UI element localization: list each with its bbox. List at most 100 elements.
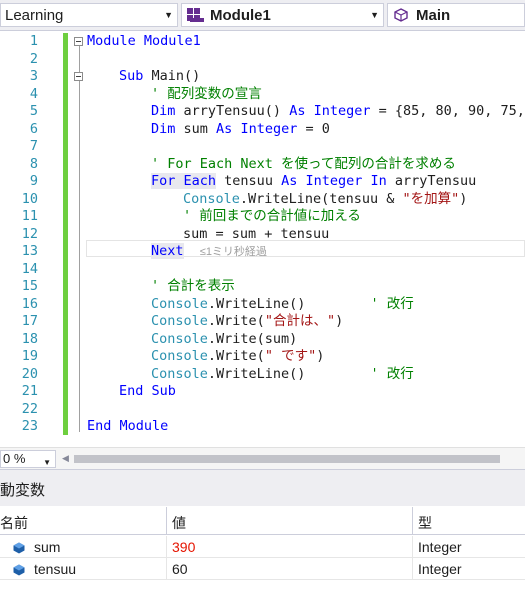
zoom-level: 0 % <box>3 451 26 466</box>
type-keyword: Integer <box>305 173 363 189</box>
method-call: .Write( <box>207 348 265 364</box>
code-line-17: Console.Write("合計は、") <box>151 312 343 330</box>
zoom-dropdown[interactable]: 0 % ▼ <box>0 450 56 468</box>
line-number: 15 <box>21 278 38 294</box>
code-line-16: Console.WriteLine() ' 改行 <box>151 295 414 313</box>
line-number: 8 <box>29 156 38 172</box>
code-line-4: ' 配列変数の宣言 <box>151 85 262 103</box>
row-divider <box>166 536 167 558</box>
variable-type: Integer <box>418 539 462 555</box>
comment: ' For Each Next を使って配列の合計を求める <box>151 156 456 172</box>
code-line-10: Console.WriteLine(tensuu & "を加算") <box>183 190 467 208</box>
keyword: Module <box>87 33 136 49</box>
locals-row[interactable]: sum 390 Integer <box>0 536 525 558</box>
line-number: 21 <box>21 383 38 399</box>
horizontal-scrollbar-thumb[interactable] <box>74 455 500 463</box>
line-number: 1 <box>29 33 38 49</box>
outline-guide <box>79 42 80 432</box>
scroll-left-icon[interactable]: ◀ <box>62 453 69 464</box>
method-call: .WriteLine() <box>207 296 371 312</box>
line-number: 19 <box>21 348 38 364</box>
initializer: = 0 <box>297 121 330 137</box>
code-line-18: Console.Write(sum) <box>151 330 297 348</box>
keyword: As <box>289 103 306 119</box>
code-line-23: End Module <box>87 417 168 435</box>
line-number: 4 <box>29 86 38 102</box>
method-call: .Write( <box>207 313 265 329</box>
line-number: 12 <box>21 226 38 242</box>
class-name: Console <box>151 366 208 382</box>
column-type[interactable]: 型 <box>418 513 432 533</box>
line-number: 23 <box>21 418 38 434</box>
assignment: sum = sum + tensuu <box>183 226 330 242</box>
collapse-sub-icon[interactable] <box>74 72 83 81</box>
column-name[interactable]: 名前 <box>0 513 28 533</box>
code-line-6: Dim sum As Integer = 0 <box>151 120 330 138</box>
project-dropdown[interactable]: Learning ▼ <box>0 3 178 27</box>
line-number: 14 <box>21 261 38 277</box>
code-line-5: Dim arryTensuu() As Integer = {85, 80, 9… <box>151 102 525 120</box>
keyword: For <box>151 173 176 189</box>
variable-value[interactable]: 390 <box>172 539 195 555</box>
code-line-9: For Each tensuu As Integer In arryTensuu <box>151 172 476 190</box>
row-divider <box>412 558 413 580</box>
string-literal: "を加算" <box>402 191 460 207</box>
line-number: 16 <box>21 296 38 312</box>
code-editor[interactable]: 1 2 3 4 5 6 7 8 9 10 11 12 13 14 15 16 1… <box>0 31 525 437</box>
keyword: As <box>216 121 233 137</box>
keyword: Sub <box>151 383 176 399</box>
identifier: arryTensuu <box>386 173 477 189</box>
class-dropdown[interactable]: Module1 ▼ <box>181 3 384 27</box>
line-number: 10 <box>21 191 38 207</box>
variable-name: tensuu <box>34 561 77 577</box>
line-number: 18 <box>21 331 38 347</box>
keyword: End <box>87 418 112 434</box>
keyword: Sub <box>119 68 144 84</box>
paren: ) <box>459 191 468 207</box>
locals-row[interactable]: tensuu 60 Integer <box>0 558 525 580</box>
keyword: End <box>119 383 144 399</box>
variable-name: sum <box>34 539 61 555</box>
line-number: 22 <box>21 401 38 417</box>
code-line-15: ' 合計を表示 <box>151 277 235 295</box>
keyword: In <box>370 173 387 189</box>
collapse-module-icon[interactable] <box>74 37 83 46</box>
space <box>175 173 184 189</box>
perf-tip[interactable]: ≤1ミリ秒経過 <box>200 246 267 258</box>
module-icon <box>186 7 206 23</box>
column-value[interactable]: 値 <box>172 513 186 533</box>
column-divider[interactable] <box>166 507 167 535</box>
column-divider[interactable] <box>412 507 413 535</box>
code-line-12: sum = sum + tensuu <box>183 225 329 243</box>
code-line-20: Console.WriteLine() ' 改行 <box>151 365 414 383</box>
line-number: 17 <box>21 313 38 329</box>
locals-panel-header: 動変数 <box>0 469 525 506</box>
member-dropdown[interactable]: Main <box>387 3 525 27</box>
editor-navigation-bar: Learning ▼ Module1 ▼ Main <box>0 0 525 31</box>
variable-value[interactable]: 60 <box>172 561 188 577</box>
row-divider <box>412 536 413 558</box>
variable-type: Integer <box>418 561 462 577</box>
class-name: Console <box>151 296 208 312</box>
identifier: arryTensuu() <box>175 103 290 119</box>
comment: ' 合計を表示 <box>151 278 235 294</box>
identifier: tensuu <box>216 173 282 189</box>
keyword: Next <box>151 243 184 259</box>
keyword: As <box>281 173 298 189</box>
string-literal: " です" <box>264 348 317 364</box>
comment: ' 配列変数の宣言 <box>151 86 262 102</box>
comment: ' 改行 <box>370 366 414 382</box>
class-name: Console <box>151 313 208 329</box>
string-literal: "合計は、" <box>264 313 336 329</box>
row-divider <box>166 558 167 580</box>
class-name: Console <box>151 348 208 364</box>
line-number: 20 <box>21 366 38 382</box>
keyword: Each <box>183 173 217 189</box>
class-dropdown-label: Module1 <box>210 6 271 24</box>
locals-column-header: 名前 値 型 <box>0 507 525 535</box>
type-keyword: Integer <box>313 103 371 119</box>
class-name: Console <box>183 191 240 207</box>
